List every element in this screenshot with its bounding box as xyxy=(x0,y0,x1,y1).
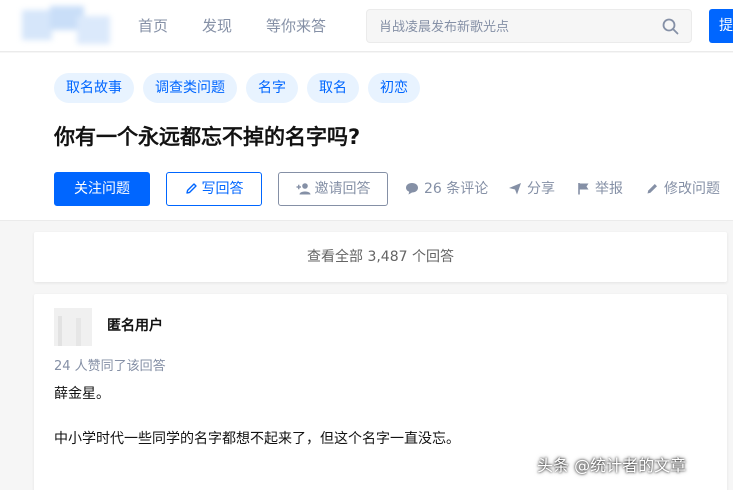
edit-question-label: 修改问题 xyxy=(664,181,720,197)
share-button[interactable]: 分享 xyxy=(508,172,555,206)
author-name[interactable]: 匿名用户 xyxy=(107,316,163,336)
comments-button[interactable]: 26 条评论 xyxy=(405,172,488,206)
nav-waiting-answers[interactable]: 等你来答 xyxy=(266,16,326,36)
question-header: 取名故事 调查类问题 名字 取名 初恋 你有一个永远都忘不掉的名字吗? 关注问题… xyxy=(0,53,733,221)
avatar[interactable] xyxy=(54,308,92,346)
view-all-answers-link[interactable]: 查看全部 3,487 个回答 xyxy=(34,247,727,267)
invite-answer-button[interactable]: 邀请回答 xyxy=(278,172,388,206)
ask-button[interactable]: 提 xyxy=(709,9,733,43)
share-icon xyxy=(508,181,527,197)
watermark: 头条 @统计者的文章 xyxy=(537,456,687,475)
answer-paragraph: 薛金星。 xyxy=(54,386,110,402)
write-answer-label: 写回答 xyxy=(201,181,244,197)
pencil-icon xyxy=(646,181,664,197)
follow-question-label: 关注问题 xyxy=(74,181,130,197)
share-label: 分享 xyxy=(527,181,555,197)
flag-icon xyxy=(577,181,595,197)
question-title: 你有一个永远都忘不掉的名字吗? xyxy=(54,125,361,149)
invite-answer-label: 邀请回答 xyxy=(314,181,371,197)
view-all-answers-card[interactable]: 查看全部 3,487 个回答 xyxy=(34,232,727,282)
topic-tags: 取名故事 调查类问题 名字 取名 初恋 xyxy=(54,73,420,103)
topic-tag[interactable]: 调查类问题 xyxy=(143,73,237,103)
vote-count: 24 人赞同了该回答 xyxy=(54,359,166,374)
write-answer-button[interactable]: 写回答 xyxy=(166,172,262,206)
answer-paragraph: 中小学时代一些同学的名字都想不起来了，但这个名字一直没忘。 xyxy=(54,431,460,447)
nav-home[interactable]: 首页 xyxy=(138,16,168,36)
search-input[interactable] xyxy=(379,17,649,37)
top-bar: 首页 发现 等你来答 提 xyxy=(0,0,733,52)
nav-explore[interactable]: 发现 xyxy=(202,16,232,36)
logo[interactable] xyxy=(22,6,110,44)
pen-icon xyxy=(185,181,202,197)
edit-question-button[interactable]: 修改问题 xyxy=(646,172,720,206)
comment-icon xyxy=(405,181,424,197)
topic-tag[interactable]: 初恋 xyxy=(368,73,420,103)
topic-tag[interactable]: 取名 xyxy=(307,73,359,103)
search-box[interactable] xyxy=(366,9,692,43)
search-icon[interactable] xyxy=(662,18,679,39)
follow-question-button[interactable]: 关注问题 xyxy=(54,172,150,206)
topic-tag[interactable]: 取名故事 xyxy=(54,73,134,103)
comments-count: 26 条评论 xyxy=(424,181,489,197)
add-user-icon xyxy=(296,181,315,197)
report-button[interactable]: 举报 xyxy=(577,172,623,206)
report-label: 举报 xyxy=(595,181,623,197)
topic-tag[interactable]: 名字 xyxy=(246,73,298,103)
